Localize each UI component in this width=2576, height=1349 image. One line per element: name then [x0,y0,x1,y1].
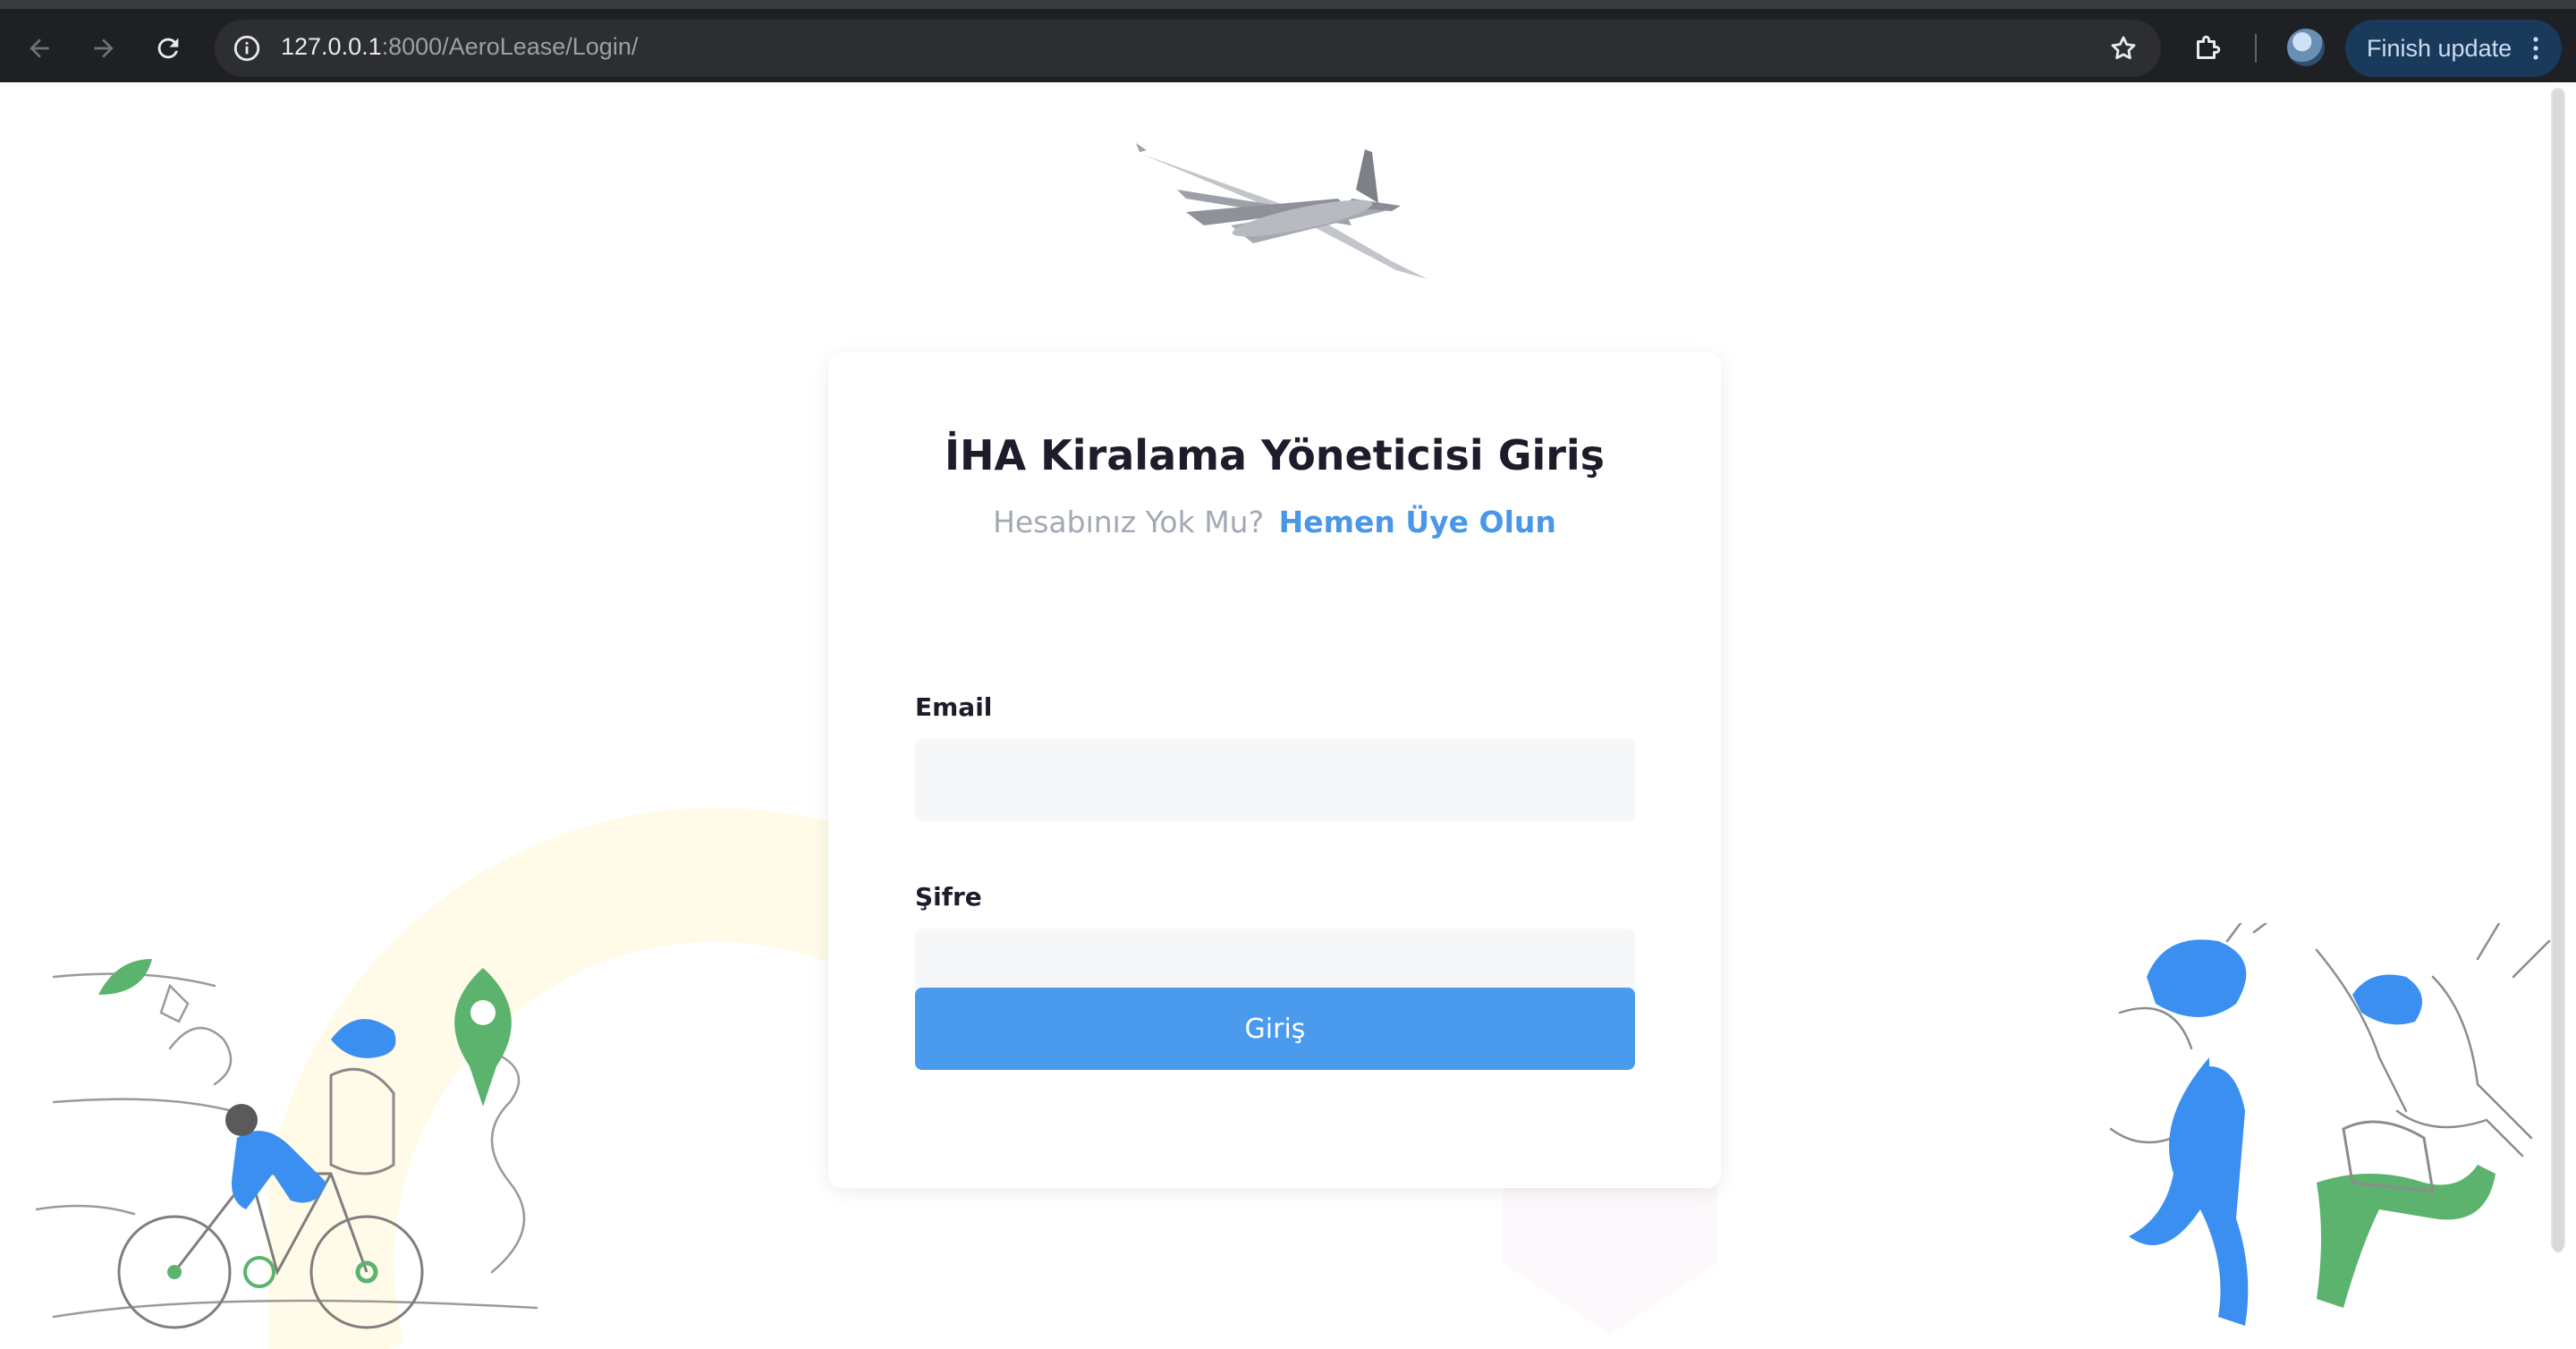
login-card: İHA Kiralama Yöneticisi Giriş Hesabınız … [828,352,1721,1188]
finish-update-button[interactable]: Finish update [2345,20,2562,77]
url-path: :8000/AeroLease/Login/ [381,33,639,60]
signup-prompt: Hesabınız Yok Mu? Hemen Üye Olun [828,505,1721,539]
profile-avatar[interactable] [2287,29,2325,66]
scrollbar-thumb[interactable] [2553,89,2563,1252]
url-host: 127.0.0.1 [281,33,382,60]
login-submit-button[interactable]: Giriş [915,988,1635,1070]
extensions-button[interactable] [2188,29,2227,68]
back-arrow-icon [30,38,49,58]
finish-update-label: Finish update [2367,35,2512,62]
toolbar-divider [2255,34,2257,63]
reload-icon [157,38,179,59]
forward-button[interactable] [82,27,125,70]
signup-link[interactable]: Hemen Üye Olun [1279,505,1556,539]
email-field[interactable] [915,739,1635,821]
page-scrollbar[interactable] [2551,88,2565,1252]
site-info-button[interactable] [231,32,263,64]
site-info-icon [233,35,260,62]
celebrating-people-illustration [2109,923,2551,1326]
extensions-icon [2197,35,2221,59]
page-content: İHA Kiralama Yöneticisi Giriş Hesabınız … [0,82,2576,1349]
address-bar[interactable]: 127.0.0.1:8000/AeroLease/Login/ [215,20,2161,77]
signup-prompt-text: Hesabınız Yok Mu? [993,505,1265,539]
forward-arrow-icon [94,38,114,58]
password-label: Şifre [915,882,982,912]
email-label: Email [915,692,993,722]
url-text[interactable]: 127.0.0.1:8000/AeroLease/Login/ [281,33,638,61]
cyclists-illustration [36,959,538,1329]
reload-button[interactable] [147,27,190,70]
browser-toolbar: 127.0.0.1:8000/AeroLease/Login/ Finish u… [0,0,2576,82]
bookmark-button[interactable] [2106,30,2141,66]
page-title: İHA Kiralama Yöneticisi Giriş [944,431,1606,479]
more-vert-icon [2533,37,2538,60]
back-button[interactable] [18,27,61,70]
drone-logo [1136,143,1428,279]
bookmark-star-icon [2111,36,2136,60]
